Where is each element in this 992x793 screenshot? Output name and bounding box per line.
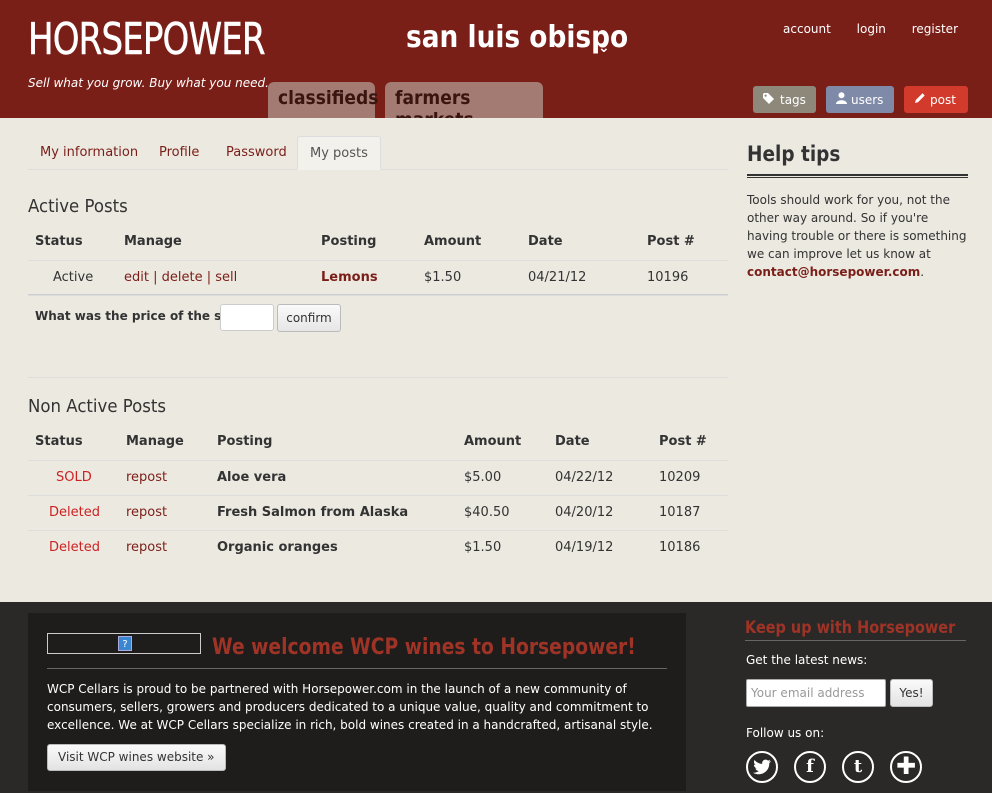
follow-label: Follow us on: [746,726,825,740]
posting-cell: Organic oranges [217,540,338,556]
city-selector[interactable]: san luis obispo [406,20,628,55]
newsletter-label: Get the latest news: [746,653,868,667]
sell-price-input[interactable] [220,304,274,331]
column-header: Date [521,224,640,261]
plus-icon[interactable]: ✚ [890,751,922,783]
login-link[interactable]: login [857,22,886,36]
contact-email-link[interactable]: contact@horsepower.com [747,265,920,279]
divider [47,668,667,669]
status-cell: Deleted [49,540,100,556]
column-header: Manage [119,424,210,461]
twitter-icon[interactable] [746,751,778,783]
tab-my-information[interactable]: My information [28,136,150,170]
non-active-posts-table: Status Manage Posting Amount Date Post #… [28,424,728,565]
status-cell: Deleted [28,495,119,531]
posting-cell: Fresh Salmon from Alaska [210,495,457,531]
site-footer: ? We welcome WCP wines to Horsepower! WC… [0,602,992,793]
divider [747,174,968,178]
date-cell: 04/22/12 [548,460,652,496]
column-header: Status [28,224,117,261]
table-row: Deleted repost Fresh Salmon from Alaska … [28,495,728,531]
column-header: Date [548,424,652,461]
column-header: Posting [210,424,457,461]
amount-cell: $1.50 [417,260,521,296]
table-row: Deleted repost Organic oranges $1.50 04/… [28,530,728,565]
visit-wcp-button[interactable]: Visit WCP wines website » [47,744,226,771]
site-logo[interactable]: HORSEPOWER [28,14,266,66]
tags-button[interactable]: tags [753,86,816,113]
tagline: Sell what you grow. Buy what you need. [28,76,269,90]
pencil-icon [914,92,926,107]
email-input[interactable]: Your email address [746,679,886,707]
users-button[interactable]: users [826,86,894,113]
tab-classifieds[interactable]: classifieds [268,82,378,118]
tab-my-posts[interactable]: My posts [297,136,381,170]
help-tips-text: Tools should work for you, not the other… [747,193,967,279]
table-row: SOLD repost Aloe vera $5.00 04/22/12 102… [28,460,728,496]
sell-price-label: What was the price of the sell? [35,309,245,323]
amount-cell: $40.50 [457,495,548,531]
edit-link[interactable]: edit [124,270,149,285]
keep-up-title: Keep up with Horsepower [745,618,956,638]
posting-link[interactable]: Lemons [314,260,417,296]
account-links: account login register [761,22,958,36]
posting-cell: Aloe vera [210,460,457,496]
facebook-icon[interactable]: f [794,751,826,783]
register-link[interactable]: register [912,22,958,36]
table-header-row: Status Manage Posting Amount Date Post # [28,424,728,461]
promo-text: WCP Cellars is proud to be partnered wit… [47,682,653,732]
promo-title: We welcome WCP wines to Horsepower! [212,635,636,660]
date-cell: 04/20/12 [548,495,652,531]
table-row: Active edit | delete | sell Lemons $1.50… [28,260,728,296]
non-active-posts-title: Non Active Posts [28,396,167,417]
status-cell: Active [28,260,117,296]
column-header: Manage [117,224,314,261]
active-posts-table: Status Manage Posting Amount Date Post #… [28,224,728,296]
broken-image-icon: ? [118,636,132,651]
table-header-row: Status Manage Posting Amount Date Post # [28,224,728,261]
repost-link[interactable]: repost [119,530,210,565]
tab-profile[interactable]: Profile [147,136,211,170]
amount-cell: $1.50 [464,540,502,556]
post-number-cell: 10209 [652,460,728,496]
account-link[interactable]: account [783,22,831,36]
column-header: Amount [457,424,548,461]
subscribe-button[interactable]: Yes! [890,679,933,707]
help-tips-title: Help tips [747,142,841,166]
delete-link[interactable]: delete [162,270,203,285]
post-number-cell: 10187 [652,495,728,531]
date-cell: 04/19/12 [555,540,614,556]
column-header: Post # [652,424,728,461]
column-header: Amount [417,224,521,261]
post-number-cell: 10196 [640,260,728,296]
sell-price-form: What was the price of the sell? confirm [28,294,728,378]
column-header: Posting [314,224,417,261]
main-content: My information Profile Password My posts… [0,118,992,602]
column-header: Status [28,424,119,461]
column-header: Post # [640,224,728,261]
tab-password[interactable]: Password [214,136,299,170]
promo-panel: ? We welcome WCP wines to Horsepower! WC… [28,613,686,791]
tumblr-icon[interactable]: t [842,751,874,783]
sell-link[interactable]: sell [215,270,237,285]
tab-farmers-markets[interactable]: farmers markets [385,82,543,131]
confirm-button[interactable]: confirm [277,304,341,332]
manage-cell: edit | delete | sell [117,260,314,296]
profile-subtabs: My information Profile Password My posts [28,136,728,170]
date-cell: 04/21/12 [521,260,640,296]
active-posts-title: Active Posts [28,196,128,217]
promo-image: ? [47,633,201,654]
repost-link[interactable]: repost [119,495,210,531]
post-button[interactable]: post [904,86,968,113]
repost-link[interactable]: repost [119,460,210,496]
user-icon [836,92,847,107]
status-cell: SOLD [28,460,119,496]
chevron-down-icon[interactable]: ⌄ [598,40,610,56]
post-number-cell: 10186 [659,540,701,556]
divider [745,640,966,641]
tag-icon [763,92,776,107]
amount-cell: $5.00 [457,460,548,496]
site-header: HORSEPOWER Sell what you grow. Buy what … [0,0,992,131]
